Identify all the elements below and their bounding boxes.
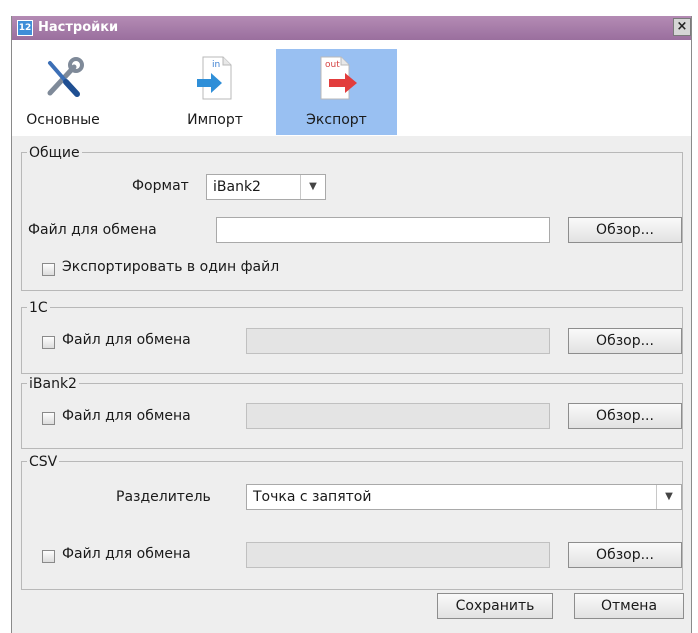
group-csv: CSV Разделитель Точка с запятой ▼ Файл д… (21, 454, 683, 590)
ibank2-file-input[interactable] (246, 403, 550, 429)
group-ibank2: iBank2 Файл для обмена Обзор... (21, 376, 683, 449)
1c-file-checkbox[interactable] (42, 336, 55, 349)
csv-browse-button[interactable]: Обзор... (568, 542, 682, 568)
separator-select[interactable]: Точка с запятой ▼ (246, 484, 682, 510)
tab-label: Импорт (187, 112, 243, 128)
csv-file-checkbox[interactable] (42, 550, 55, 563)
export-one-file-label: Экспортировать в один файл (62, 259, 280, 275)
icon-in-text: in (212, 60, 220, 70)
1c-browse-button[interactable]: Обзор... (568, 328, 682, 354)
separator-value: Точка с запятой (253, 489, 372, 505)
save-button[interactable]: Сохранить (437, 593, 553, 619)
format-select[interactable]: iBank2 ▼ (206, 174, 326, 200)
group-legend: iBank2 (27, 376, 79, 392)
browse-button[interactable]: Обзор... (568, 217, 682, 243)
settings-toolbar: Основные in Импорт out Экспорт (12, 40, 691, 136)
title-bar[interactable]: 12 Настройки × (12, 16, 691, 40)
export-one-file-checkbox[interactable] (42, 263, 55, 276)
cancel-button[interactable]: Отмена (574, 593, 684, 619)
group-legend: 1С (27, 300, 50, 316)
group-general: Общие Формат iBank2 ▼ Файл для обмена Об… (21, 145, 683, 291)
icon-out-text: out (325, 60, 340, 70)
csv-file-label: Файл для обмена (62, 546, 191, 562)
chevron-down-icon[interactable]: ▼ (656, 485, 681, 509)
chevron-down-icon[interactable]: ▼ (300, 175, 325, 199)
import-in-icon: in (197, 56, 232, 100)
csv-file-input[interactable] (246, 542, 550, 568)
format-label: Формат (132, 178, 189, 194)
group-1c: 1С Файл для обмена Обзор... (21, 300, 683, 374)
settings-window: 12 Настройки × Основные in Импорт out Эк… (11, 16, 692, 633)
tab-label: Основные (26, 112, 100, 128)
wrench-screwdriver-icon (47, 57, 84, 97)
group-legend: Общие (27, 145, 82, 161)
ibank2-browse-button[interactable]: Обзор... (568, 403, 682, 429)
ibank2-file-label: Файл для обмена (62, 408, 191, 424)
tab-import[interactable]: in Импорт (172, 49, 258, 135)
tab-export[interactable]: out Экспорт (276, 49, 397, 135)
1c-file-label: Файл для обмена (62, 332, 191, 348)
file-input[interactable] (216, 217, 550, 243)
file-label: Файл для обмена (28, 222, 157, 238)
tab-general[interactable]: Основные (18, 49, 108, 135)
ibank2-file-checkbox[interactable] (42, 412, 55, 425)
1c-file-input[interactable] (246, 328, 550, 354)
group-legend: CSV (27, 454, 60, 470)
export-out-icon: out (320, 56, 357, 100)
app-icon: 12 (17, 20, 33, 36)
separator-label: Разделитель (116, 489, 211, 505)
close-button[interactable]: × (673, 18, 691, 36)
tab-label: Экспорт (306, 112, 367, 128)
window-title: Настройки (38, 20, 119, 35)
format-value: iBank2 (213, 179, 261, 195)
